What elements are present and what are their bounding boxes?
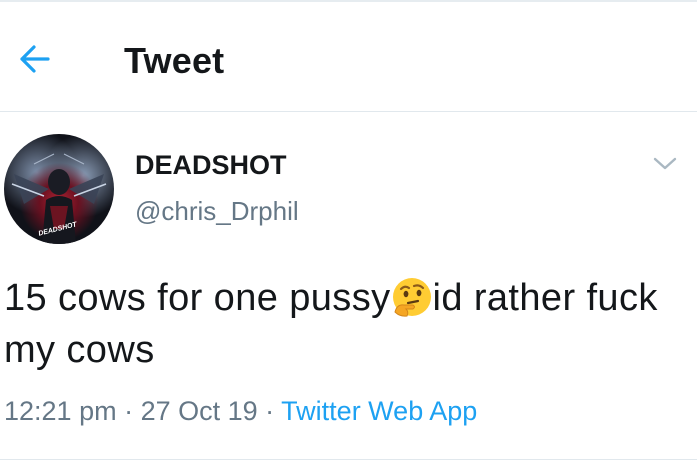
- author-handle[interactable]: @chris_Drphil: [135, 196, 299, 227]
- bottom-divider: [0, 459, 697, 460]
- avatar[interactable]: DEADSHOT: [4, 134, 114, 244]
- tweet-text-part-1: 15 cows for one pussy: [4, 277, 391, 319]
- tweet-date: 27 Oct 19: [140, 396, 258, 426]
- meta-separator-1: ·: [116, 396, 141, 426]
- back-button[interactable]: [18, 44, 52, 74]
- meta-separator-2: ·: [257, 396, 282, 426]
- chevron-down-icon: [653, 157, 677, 170]
- page-title: Tweet: [124, 40, 225, 81]
- tweet-menu-button[interactable]: [652, 156, 678, 172]
- tweet-source-link[interactable]: Twitter Web App: [281, 396, 477, 426]
- thinking-face-icon: [391, 276, 433, 318]
- app-header: Tweet: [0, 2, 697, 112]
- arrow-left-icon: [20, 45, 50, 73]
- author-name[interactable]: DEADSHOT: [135, 150, 287, 181]
- tweet-time: 12:21 pm: [4, 396, 117, 426]
- tweet-meta: 12:21 pm · 27 Oct 19 · Twitter Web App: [4, 396, 477, 427]
- tweet-text: 15 cows for one pussy id rather fuck my …: [4, 272, 684, 376]
